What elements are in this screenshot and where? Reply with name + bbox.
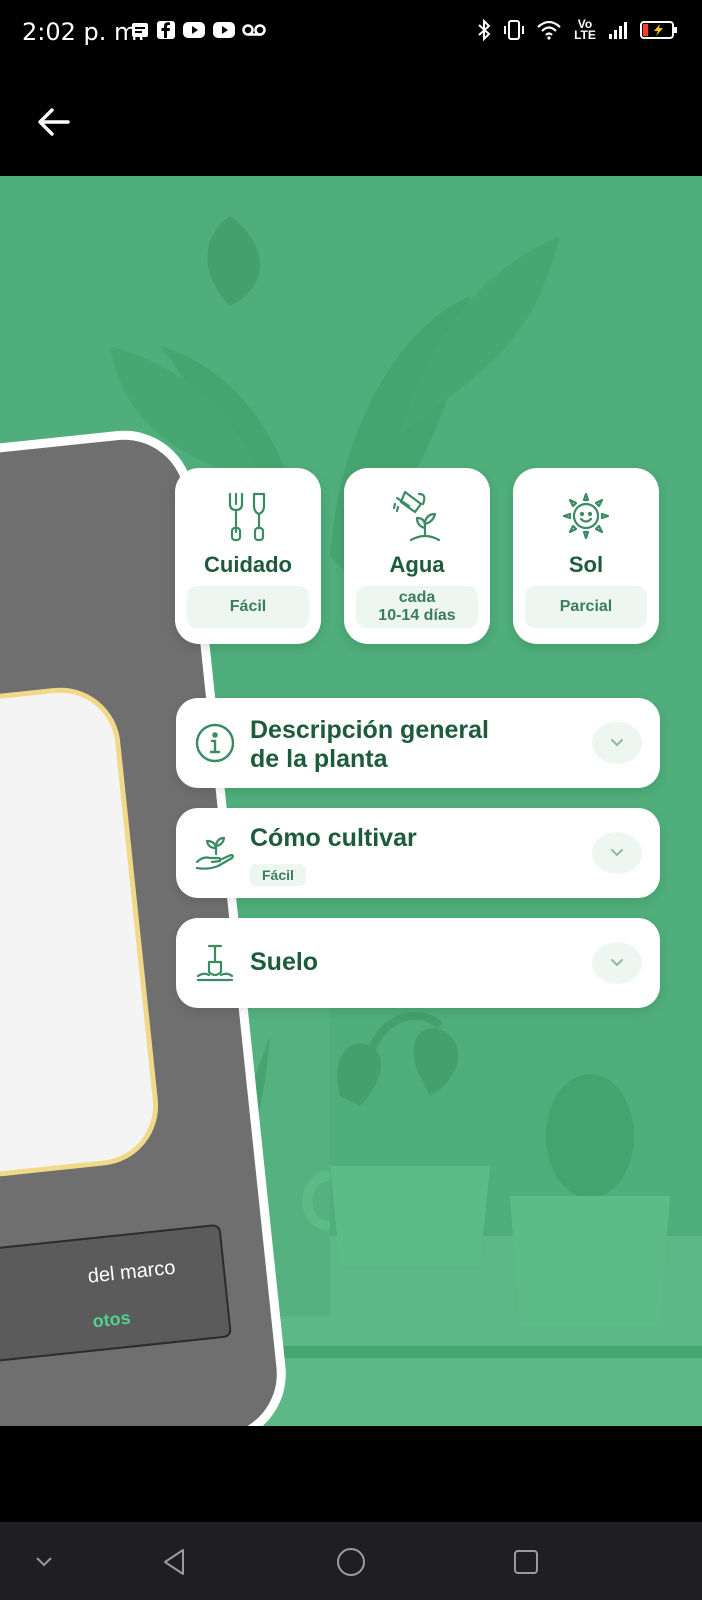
chevron-down-icon — [611, 739, 623, 747]
water-value-line1: cada — [398, 589, 436, 606]
accordion-plant-overview[interactable]: Descripción general de la planta — [176, 698, 660, 788]
sun-title: Sol — [568, 552, 604, 577]
water-title: Agua — [389, 552, 445, 577]
phone-camera-frame — [0, 681, 165, 1183]
care-value: Fácil — [187, 586, 309, 628]
phone-mockup-subtext: otos — [91, 1307, 132, 1332]
phone-mockup-panel: del marco otos — [0, 1223, 233, 1364]
watering-can-icon — [344, 488, 490, 544]
gardening-tools-icon — [175, 488, 321, 544]
nav-recents-button[interactable] — [504, 1540, 548, 1584]
hand-sprout-icon — [192, 830, 238, 876]
chevron-down-icon — [611, 849, 623, 857]
accordion-title: Descripción general de la planta — [250, 716, 489, 773]
sun-card: Sol Parcial — [513, 468, 659, 644]
water-value-line2: 10-14 días — [378, 607, 456, 624]
message-icon — [130, 20, 150, 40]
expand-button[interactable] — [592, 832, 642, 874]
difficulty-badge: Fácil — [250, 864, 306, 886]
voicemail-icon — [242, 23, 266, 37]
expand-button[interactable] — [592, 942, 642, 984]
plant-care-hero: del marco otos Cuidado Fácil Agua cada 1… — [0, 176, 702, 1426]
chevron-down-icon — [36, 1557, 52, 1567]
sun-value: Parcial — [525, 586, 647, 628]
water-card: Agua cada 10-14 días — [344, 468, 490, 644]
status-bar: 2:02 p. m. Vo LTE — [0, 0, 702, 66]
arrow-left-icon — [38, 108, 70, 136]
nav-home-button[interactable] — [329, 1540, 373, 1584]
accordion-soil[interactable]: Suelo — [176, 918, 660, 1008]
chevron-down-icon — [611, 959, 623, 967]
phone-mockup-text: del marco — [86, 1256, 177, 1288]
back-button[interactable] — [28, 96, 80, 148]
accordion-how-to-grow[interactable]: Cómo cultivar Fácil — [176, 808, 660, 898]
facebook-icon — [156, 20, 176, 40]
home-circle-icon — [337, 1548, 365, 1576]
system-icons: Vo LTE — [476, 18, 678, 42]
battery-icon — [640, 20, 678, 40]
nav-back-button[interactable] — [152, 1540, 196, 1584]
app-bar — [0, 66, 702, 176]
volte-icon: Vo LTE — [574, 17, 596, 42]
shovel-icon — [192, 940, 238, 986]
back-triangle-icon — [164, 1549, 184, 1575]
water-value: cada 10-14 días — [356, 586, 478, 628]
youtube-icon — [182, 21, 206, 39]
vibrate-icon — [502, 18, 526, 42]
notification-icons — [130, 20, 266, 40]
status-time: 2:02 p. m. — [22, 18, 146, 46]
info-icon — [192, 720, 238, 766]
recents-square-icon — [514, 1550, 538, 1574]
sun-icon — [513, 488, 659, 544]
system-nav-bar — [0, 1522, 702, 1600]
accordion-title: Cómo cultivar — [250, 824, 417, 852]
care-card: Cuidado Fácil — [175, 468, 321, 644]
care-title: Cuidado — [204, 552, 292, 577]
expand-button[interactable] — [592, 722, 642, 764]
nav-hide-button[interactable] — [22, 1540, 66, 1584]
wifi-icon — [536, 19, 562, 41]
accordion-title: Suelo — [250, 948, 319, 976]
bluetooth-icon — [476, 18, 492, 42]
youtube-icon — [212, 21, 236, 39]
signal-icon — [608, 20, 630, 40]
